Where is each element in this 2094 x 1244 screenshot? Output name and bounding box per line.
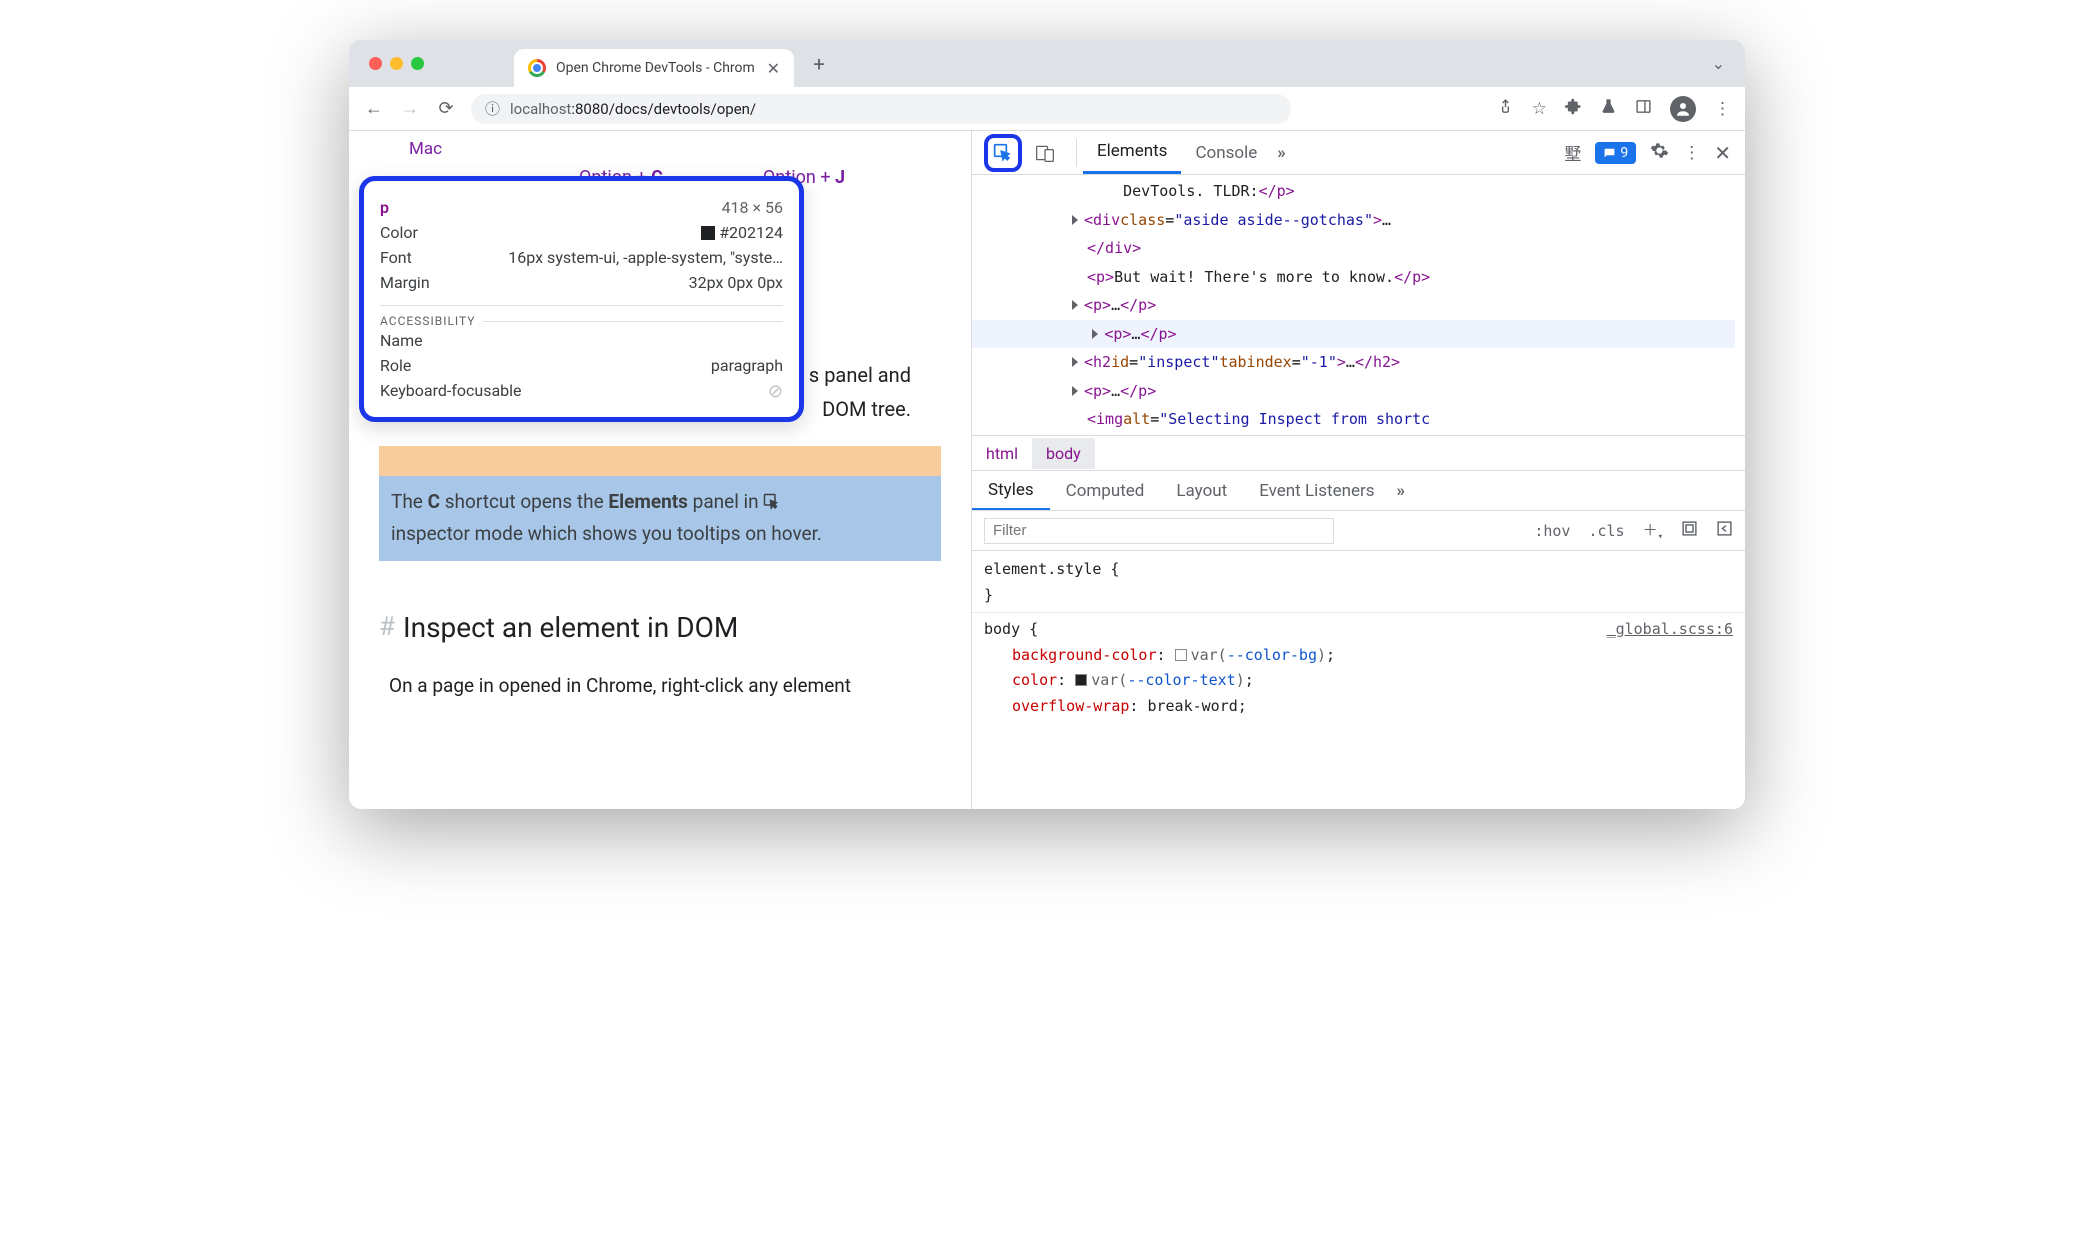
tab-bar: Open Chrome DevTools - Chrom ✕ + ⌄ [349, 40, 1745, 87]
url-path: :8080/docs/devtools/open/ [571, 100, 756, 118]
styles-toolbar: :hov .cls ＋▾ [972, 511, 1745, 551]
page-heading: Inspect an element in DOM [403, 611, 738, 644]
highlighted-paragraph[interactable]: The C shortcut opens the Elements panel … [379, 446, 941, 561]
platform-label: Mac [409, 139, 442, 159]
settings-icon[interactable] [1650, 141, 1669, 165]
share-icon[interactable] [1497, 98, 1514, 120]
devtools-panel: Elements Console » 墅 9 ⋮ ✕ DevTools. TLD… [971, 131, 1745, 809]
tab-elements[interactable]: Elements [1083, 131, 1181, 174]
tab-layout[interactable]: Layout [1160, 471, 1243, 510]
site-info-icon[interactable]: ⓘ [485, 98, 500, 119]
tooltip-margin-label: Margin [380, 273, 430, 292]
tooltip-role-value: paragraph [711, 356, 783, 375]
dom-node-selected[interactable]: <p>…</p> [972, 320, 1735, 349]
tooltip-margin-value: 32px 0px 0px [689, 273, 783, 292]
new-tab-button[interactable]: + [804, 52, 834, 76]
tooltip-role-label: Role [380, 356, 411, 375]
breadcrumb-html[interactable]: html [972, 438, 1032, 469]
tooltip-kbd-label: Keyboard-focusable [380, 381, 522, 402]
styles-pane[interactable]: element.style { } body {_global.scss:6 b… [972, 551, 1745, 809]
dom-breadcrumb[interactable]: html body [972, 435, 1745, 471]
tabs-dropdown-icon[interactable]: ⌄ [1712, 54, 1725, 73]
bookmark-icon[interactable]: ☆ [1532, 99, 1547, 119]
extensions-icon[interactable] [1565, 98, 1582, 120]
address-bar[interactable]: ⓘ localhost:8080/docs/devtools/open/ [471, 94, 1291, 124]
tab-styles[interactable]: Styles [972, 471, 1050, 510]
profile-avatar[interactable] [1670, 96, 1696, 122]
tooltip-font-value: 16px system-ui, -apple-system, "syste… [508, 248, 783, 267]
tooltip-name-label: Name [380, 331, 423, 350]
margin-overlay [379, 446, 941, 476]
inspect-tooltip: p 418 × 56 Color #202124 Font 16px system-u… [359, 176, 804, 422]
labs-icon[interactable] [1600, 98, 1617, 120]
tooltip-color-label: Color [380, 223, 418, 242]
not-focusable-icon: ⊘ [768, 381, 783, 402]
tooltip-dimensions: 418 × 56 [722, 198, 783, 217]
chrome-favicon-icon [528, 59, 546, 77]
breadcrumb-body[interactable]: body [1032, 438, 1095, 469]
tab-console[interactable]: Console [1181, 131, 1271, 174]
source-link[interactable]: _global.scss:6 [1607, 617, 1733, 643]
more-styles-tabs[interactable]: » [1391, 481, 1412, 501]
tooltip-a11y-header: ACCESSIBILITY [380, 305, 783, 328]
forward-button[interactable]: → [399, 98, 421, 119]
dom-node[interactable]: <div class="aside aside--gotchas">… [1002, 206, 1735, 235]
reload-button[interactable]: ⟳ [435, 98, 457, 119]
close-tab-button[interactable]: ✕ [767, 59, 780, 78]
new-style-rule-icon[interactable]: ＋▾ [1643, 519, 1663, 542]
computed-styles-icon[interactable] [1681, 520, 1698, 541]
tooltip-color-value: #202124 [701, 223, 783, 242]
page-paragraph-2: On a page in opened in Chrome, right-cli… [379, 674, 941, 697]
toggle-cls[interactable]: .cls [1588, 522, 1624, 540]
close-devtools-button[interactable]: ✕ [1714, 141, 1731, 165]
anchor-hash-icon[interactable]: # [379, 612, 395, 642]
devtools-tabbar: Elements Console » 墅 9 ⋮ ✕ [972, 131, 1745, 175]
page-viewport: Mac Option + C Option + J p418 × 56 Colo… [349, 131, 971, 809]
devtools-menu-icon[interactable]: ⋮ [1683, 143, 1700, 163]
toolbar: ← → ⟳ ⓘ localhost:8080/docs/devtools/ope… [349, 87, 1745, 131]
rendering-panel-icon[interactable] [1716, 520, 1733, 541]
side-panel-icon[interactable] [1635, 98, 1652, 120]
tab-title: Open Chrome DevTools - Chrom [556, 60, 755, 76]
window-controls [369, 57, 424, 70]
dom-node[interactable]: </div> [1002, 234, 1735, 263]
more-tabs-button[interactable]: » [1271, 143, 1292, 163]
close-window-button[interactable] [369, 57, 382, 70]
toggle-hov[interactable]: :hov [1534, 522, 1570, 540]
device-toolbar-button[interactable] [1030, 143, 1060, 163]
dom-node[interactable]: <p>…</p> [1002, 291, 1735, 320]
dom-tree[interactable]: DevTools. TLDR:</p> <div class="aside as… [972, 175, 1745, 435]
inspect-icon [763, 489, 781, 507]
dom-node[interactable]: <p>But wait! There's more to know.</p> [1002, 263, 1735, 292]
tab-computed[interactable]: Computed [1050, 471, 1161, 510]
browser-tab[interactable]: Open Chrome DevTools - Chrom ✕ [514, 49, 794, 87]
dom-node[interactable]: <p>…</p> [1002, 377, 1735, 406]
issues-badge[interactable]: 9 [1595, 142, 1636, 164]
back-button[interactable]: ← [363, 98, 385, 119]
maximize-window-button[interactable] [411, 57, 424, 70]
tab-event-listeners[interactable]: Event Listeners [1243, 471, 1390, 510]
styles-filter-input[interactable] [984, 518, 1334, 544]
styles-tabbar: Styles Computed Layout Event Listeners » [972, 471, 1745, 511]
inspect-element-button[interactable] [984, 134, 1022, 172]
dom-node[interactable]: <h2 id="inspect" tabindex="-1">…</h2> [1002, 348, 1735, 377]
url-host: localhost [510, 100, 571, 118]
tooltip-tag: p [380, 198, 389, 217]
content-overlay: The C shortcut opens the Elements panel … [379, 476, 941, 561]
chrome-window: Open Chrome DevTools - Chrom ✕ + ⌄ ← → ⟳… [349, 40, 1745, 809]
dom-node[interactable]: <img alt="Selecting Inspect from shortc [1002, 405, 1735, 434]
minimize-window-button[interactable] [390, 57, 403, 70]
tooltip-font-label: Font [380, 248, 412, 267]
browser-menu-icon[interactable]: ⋮ [1714, 99, 1731, 119]
dom-node[interactable]: DevTools. TLDR:</p> [1002, 177, 1735, 206]
